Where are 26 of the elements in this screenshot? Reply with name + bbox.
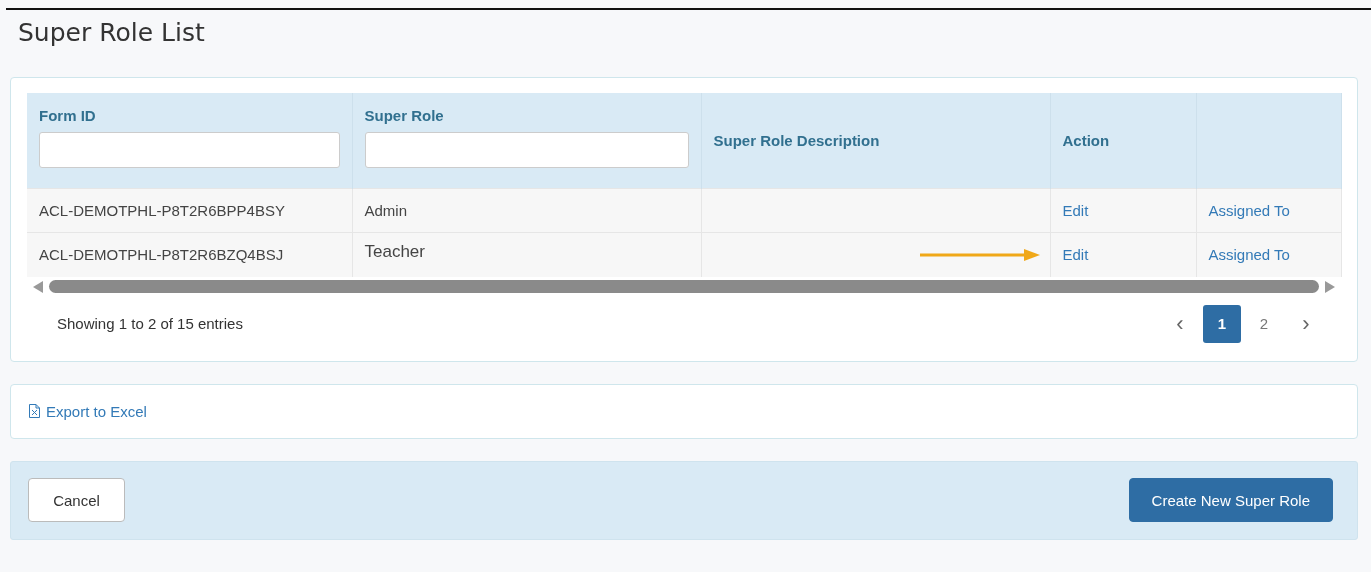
page-button[interactable]: 2: [1245, 304, 1283, 343]
scroll-right-icon[interactable]: [1325, 280, 1335, 293]
previous-page-button[interactable]: ‹: [1161, 304, 1199, 343]
column-title: Form ID: [39, 107, 97, 124]
entries-info: Showing 1 to 2 of 15 entries: [57, 315, 243, 332]
next-page-button[interactable]: ›: [1287, 304, 1325, 343]
page-title: Super Role List: [18, 17, 206, 49]
page-button[interactable]: 1: [1203, 304, 1241, 343]
edit-link[interactable]: Edit: [1062, 246, 1089, 264]
create-button[interactable]: Create New Super Role: [1128, 478, 1333, 522]
table-cell: ACL-DEMOTPHL-P8T2R6BZQ4BSJ: [27, 232, 352, 277]
scrollbar-thumb[interactable]: [49, 280, 1319, 293]
column-title: Action: [1062, 132, 1111, 149]
excel-file-icon: [29, 404, 40, 418]
filter-field[interactable]: [364, 132, 689, 168]
filter-field[interactable]: [39, 132, 340, 168]
edit-link[interactable]: Edit: [1062, 202, 1089, 219]
scroll-left-icon[interactable]: [33, 280, 43, 293]
cancel-button[interactable]: Cancel: [28, 478, 125, 522]
table-cell: Admin: [352, 188, 701, 233]
table-cell: Teacher: [352, 232, 701, 277]
column-title: Super Role Description: [713, 132, 881, 149]
table-cell: ACL-DEMOTPHL-P8T2R6BPP4BSY: [27, 188, 352, 233]
arrow-icon: [919, 247, 1040, 262]
export-link[interactable]: Export to Excel: [29, 402, 147, 420]
column-title: Super Role: [364, 107, 445, 124]
